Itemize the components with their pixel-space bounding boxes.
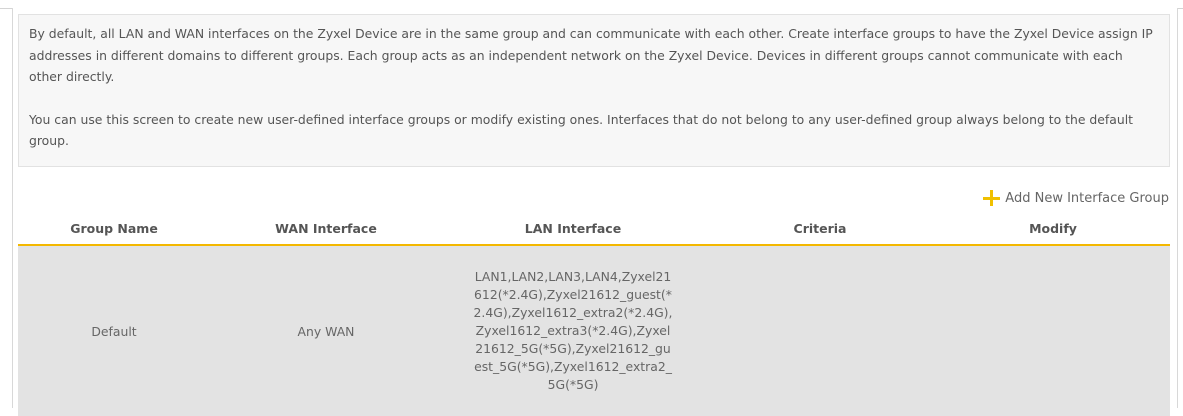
cell-modify xyxy=(936,245,1170,416)
cell-lan-interface: LAN1,LAN2,LAN3,LAN4,Zyxel21612(*2.4G),Zy… xyxy=(442,245,704,416)
plus-icon xyxy=(981,188,1001,208)
column-header-lan-interface: LAN Interface xyxy=(442,212,704,246)
cell-wan-interface: Any WAN xyxy=(210,245,442,416)
description-box: By default, all LAN and WAN interfaces o… xyxy=(18,14,1170,167)
table-header-row: Group Name WAN Interface LAN Interface C… xyxy=(18,212,1170,246)
cell-group-name: Default xyxy=(18,245,210,416)
table-row: Default Any WAN LAN1,LAN2,LAN3,LAN4,Zyxe… xyxy=(18,245,1170,416)
lan-interface-text: LAN1,LAN2,LAN3,LAN4,Zyxel21612(*2.4G),Zy… xyxy=(473,269,673,392)
interface-group-table: Group Name WAN Interface LAN Interface C… xyxy=(18,212,1170,416)
column-header-modify: Modify xyxy=(936,212,1170,246)
column-header-group-name: Group Name xyxy=(18,212,210,246)
add-new-interface-group-label: Add New Interface Group xyxy=(1005,190,1169,206)
column-header-criteria: Criteria xyxy=(704,212,936,246)
column-header-wan-interface: WAN Interface xyxy=(210,212,442,246)
cell-criteria xyxy=(704,245,936,416)
description-paragraph-2: You can use this screen to create new us… xyxy=(29,111,1134,149)
add-new-interface-group-button[interactable]: Add New Interface Group xyxy=(981,188,1169,208)
description-paragraph-1: By default, all LAN and WAN interfaces o… xyxy=(29,26,1153,84)
